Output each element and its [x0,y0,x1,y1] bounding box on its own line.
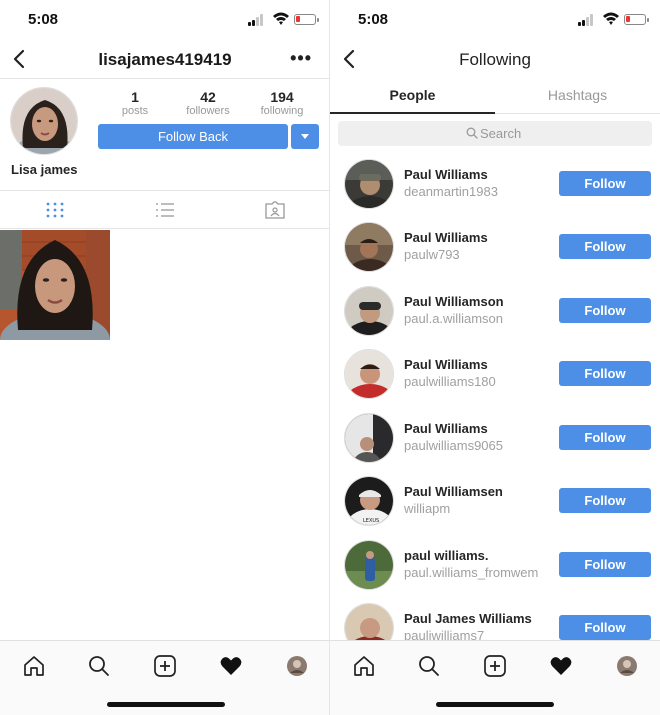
user-avatar[interactable] [344,349,394,399]
profile-header: lisajames419419 ••• [0,40,330,78]
user-handle: paul.williams_fromwem [404,565,539,580]
user-avatar[interactable]: LEXUS [344,476,394,526]
caret-down-icon [301,134,309,139]
following-label: following [260,105,304,117]
tabs-divider [0,228,330,229]
user-handle: williapm [404,501,451,516]
more-options-icon[interactable]: ••• [290,48,312,69]
status-time: 5:08 [358,11,389,28]
profile-view-tabs [0,192,330,228]
list-item[interactable]: Paul Williams paulwilliams9065 Follow [330,413,660,476]
user-display-name: paul williams. [404,548,489,563]
home-indicator [107,702,225,707]
profile-screen: 5:08 lisajames419419 ••• 1 posts 42 foll… [0,0,330,715]
user-display-name: Paul Williams [404,357,488,372]
profile-avatar[interactable] [10,87,78,155]
user-handle: paul.a.williamson [404,311,503,326]
svg-text:LEXUS: LEXUS [363,518,379,524]
profile-avatar-tab[interactable] [615,654,639,678]
status-bar: 5:08 [330,0,660,38]
heart-icon[interactable] [219,654,243,678]
user-display-name: Paul James Williams [404,611,532,626]
search-icon[interactable] [417,654,441,678]
tagged-photos-icon[interactable] [264,200,286,220]
list-item[interactable]: Paul Williams deanmartin1983 Follow [330,159,660,222]
home-indicator [436,702,554,707]
user-display-name: Paul Williams [404,230,488,245]
signal-icon [248,14,264,26]
user-display-name: Paul Williamsen [404,484,503,499]
user-avatar[interactable] [344,159,394,209]
followers-stat[interactable]: 42 followers [173,89,243,118]
list-view-icon[interactable] [154,200,176,220]
user-handle: paulwilliams180 [404,374,496,389]
profile-stats: 1 posts 42 followers 194 following [100,90,320,120]
follow-button[interactable]: Follow [559,361,651,386]
home-icon[interactable] [352,654,376,678]
followers-count: 42 [200,89,216,105]
profile-avatar-tab[interactable] [285,654,309,678]
user-avatar[interactable] [344,413,394,463]
heart-icon[interactable] [549,654,573,678]
search-input[interactable]: Search [338,121,652,146]
follow-button[interactable]: Follow [559,171,651,196]
profile-display-name: Lisa james [11,162,78,177]
header-divider [0,78,330,79]
follow-button[interactable]: Follow [559,488,651,513]
follow-button[interactable]: Follow [559,425,651,450]
list-item[interactable]: Paul Williams paulwilliams180 Follow [330,349,660,412]
home-icon[interactable] [22,654,46,678]
profile-username-title: lisajames419419 [98,50,232,69]
signal-icon [578,14,594,26]
following-title: Following [459,50,531,69]
search-icon[interactable] [87,654,111,678]
wifi-icon [273,12,289,25]
profile-divider [0,190,330,191]
battery-icon [624,14,649,25]
add-post-icon[interactable] [483,654,507,678]
user-handle: deanmartin1983 [404,184,498,199]
follow-button[interactable]: Follow [559,234,651,259]
follow-button[interactable]: Follow [559,615,651,640]
list-item[interactable]: Paul Williams paulw793 Follow [330,222,660,285]
tab-people[interactable]: People [330,87,495,103]
user-display-name: Paul Williams [404,421,488,436]
battery-icon [294,14,319,25]
tab-hashtags[interactable]: Hashtags [495,87,660,103]
add-post-icon[interactable] [153,654,177,678]
search-icon [466,127,478,139]
user-display-name: Paul Williamson [404,294,504,309]
follow-button[interactable]: Follow [559,298,651,323]
status-bar: 5:08 [0,0,330,38]
grid-view-icon[interactable] [44,200,66,220]
list-item[interactable]: paul williams. paul.williams_fromwem Fol… [330,540,660,603]
following-screen: 5:08 Following People Hashtags Search Pa… [330,0,660,715]
user-handle: paulwilliams9065 [404,438,503,453]
active-tab-indicator [330,112,495,114]
wifi-icon [603,12,619,25]
followers-label: followers [186,105,230,117]
user-avatar[interactable] [344,540,394,590]
user-display-name: Paul Williams [404,167,488,182]
follow-back-button[interactable]: Follow Back [98,124,288,149]
user-handle: paulw793 [404,247,460,262]
posts-label: posts [121,105,149,117]
user-avatar[interactable] [344,222,394,272]
search-placeholder: Search [480,126,522,141]
following-count: 194 [270,89,294,105]
posts-stat[interactable]: 1 posts [100,89,170,118]
following-header: Following [330,40,660,78]
status-time: 5:08 [28,11,59,28]
list-item[interactable]: Paul Williamson paul.a.williamson Follow [330,286,660,349]
following-stat[interactable]: 194 following [247,89,317,118]
list-item[interactable]: LEXUS Paul Williamsen williapm Follow [330,476,660,539]
follow-button[interactable]: Follow [559,552,651,577]
posts-count: 1 [131,89,139,105]
post-thumbnail[interactable] [0,230,110,340]
suggestions-dropdown-button[interactable] [291,124,319,149]
user-avatar[interactable] [344,286,394,336]
following-tabs: People Hashtags [330,80,660,114]
